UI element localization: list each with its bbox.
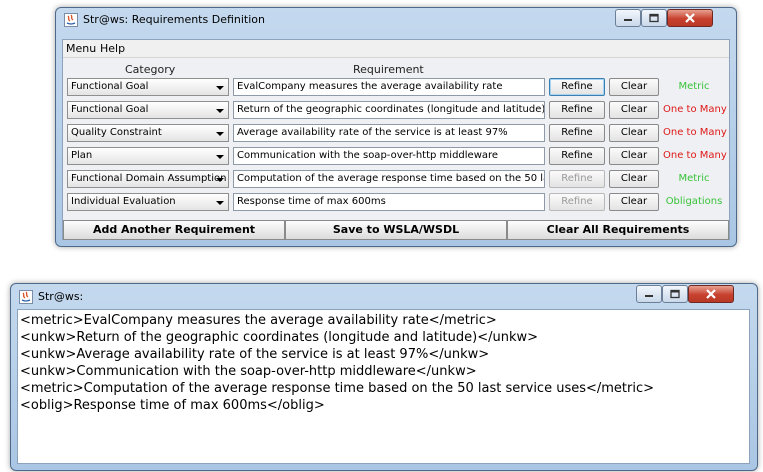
xml-line: <unkw>Average availability rate of the s…: [20, 347, 490, 362]
requirement-input[interactable]: Average availability rate of the service…: [233, 124, 545, 142]
status-label: One to Many: [663, 150, 727, 161]
status-label: One to Many: [663, 104, 727, 115]
xml-line: <metric>Computation of the average respo…: [20, 381, 655, 396]
requirement-text: Average availability rate of the service…: [237, 127, 508, 138]
maximize-icon: [670, 289, 680, 299]
window-title: Str@ws: Requirements Definition: [83, 13, 265, 26]
content-panel: Menu Help Category Requirement Functiona…: [62, 39, 730, 240]
requirement-text: Response time of max 600ms: [237, 196, 386, 207]
category-select[interactable]: Functional Domain Assumption: [67, 170, 229, 188]
category-value: Functional Goal: [71, 81, 149, 92]
requirement-row: Functional Goal EvalCompany measures the…: [67, 78, 725, 96]
chevron-down-icon: [216, 201, 224, 205]
requirement-input[interactable]: EvalCompany measures the average availab…: [233, 78, 545, 96]
requirement-input[interactable]: Response time of max 600ms: [233, 193, 545, 211]
category-select[interactable]: Quality Constraint: [67, 124, 229, 142]
requirement-row: Individual Evaluation Response time of m…: [67, 193, 725, 211]
requirement-input[interactable]: Communication with the soap-over-http mi…: [233, 147, 545, 165]
action-bar: Add Another Requirement Save to WSLA/WSD…: [63, 220, 729, 240]
column-header-requirement: Requirement: [353, 63, 424, 76]
category-select[interactable]: Functional Goal: [67, 101, 229, 119]
clear-button[interactable]: Clear: [609, 101, 659, 119]
maximize-button[interactable]: [662, 285, 688, 303]
category-select[interactable]: Individual Evaluation: [67, 193, 229, 211]
requirement-row: Plan Communication with the soap-over-ht…: [67, 147, 727, 165]
clear-button[interactable]: Clear: [609, 170, 659, 188]
category-value: Functional Goal: [71, 104, 149, 115]
close-icon: [685, 13, 695, 23]
requirement-row: Functional Domain Assumption Computation…: [67, 170, 725, 188]
requirement-text: Communication with the soap-over-http mi…: [237, 150, 499, 161]
category-select[interactable]: Functional Goal: [67, 78, 229, 96]
clear-button[interactable]: Clear: [609, 78, 659, 96]
status-label: One to Many: [663, 127, 727, 138]
add-requirement-button[interactable]: Add Another Requirement: [63, 220, 285, 240]
clear-button[interactable]: Clear: [609, 124, 659, 142]
column-header-category: Category: [125, 63, 176, 76]
requirements-window: Str@ws: Requirements Definition Menu Hel…: [55, 7, 737, 247]
refine-button[interactable]: Refine: [549, 78, 605, 96]
maximize-icon: [649, 13, 659, 23]
save-wsla-button[interactable]: Save to WSLA/WSDL: [285, 220, 507, 240]
java-app-icon: [19, 290, 33, 304]
refine-button[interactable]: Refine: [549, 193, 605, 211]
requirement-text: Return of the geographic coordinates (lo…: [237, 104, 545, 115]
refine-button[interactable]: Refine: [549, 147, 605, 165]
clear-button[interactable]: Clear: [609, 147, 659, 165]
chevron-down-icon: [216, 132, 224, 136]
menu-item-help[interactable]: Help: [100, 42, 125, 55]
window-title: Str@ws:: [38, 290, 84, 303]
xml-text-area[interactable]: <metric>EvalCompany measures the average…: [17, 309, 750, 464]
java-app-icon: [64, 13, 78, 27]
chevron-down-icon: [216, 109, 224, 113]
chevron-down-icon: [216, 155, 224, 159]
close-icon: [706, 289, 716, 299]
category-value: Plan: [71, 150, 93, 161]
category-value: Quality Constraint: [71, 127, 162, 138]
requirement-text: EvalCompany measures the average availab…: [237, 81, 503, 92]
category-select[interactable]: Plan: [67, 147, 229, 165]
xml-output-window: Str@ws: <metric>EvalCompany measures the…: [10, 283, 758, 471]
title-bar[interactable]: Str@ws:: [11, 284, 757, 308]
close-button[interactable]: [688, 285, 734, 303]
status-label: Metric: [678, 173, 710, 184]
category-value: Individual Evaluation: [71, 196, 176, 207]
xml-line: <unkw>Return of the geographic coordinat…: [20, 330, 539, 345]
menu-item-menu[interactable]: Menu: [66, 42, 96, 55]
requirement-row: Functional Goal Return of the geographic…: [67, 101, 727, 119]
requirement-input[interactable]: Return of the geographic coordinates (lo…: [233, 101, 545, 119]
chevron-down-icon: [216, 178, 224, 182]
xml-line: <oblig>Response time of max 600ms</oblig…: [20, 398, 325, 413]
title-bar[interactable]: Str@ws: Requirements Definition: [56, 8, 736, 32]
clear-all-button[interactable]: Clear All Requirements: [507, 220, 729, 240]
maximize-button[interactable]: [641, 9, 667, 27]
minimize-icon: [624, 19, 632, 21]
chevron-down-icon: [216, 86, 224, 90]
xml-line: <unkw>Communication with the soap-over-h…: [20, 364, 477, 379]
close-button[interactable]: [667, 9, 713, 27]
requirement-text: Computation of the average response time…: [237, 173, 545, 184]
refine-button[interactable]: Refine: [549, 101, 605, 119]
menu-bar: Menu Help: [63, 40, 729, 58]
category-value: Functional Domain Assumption: [71, 173, 227, 184]
status-label: Obligations: [665, 196, 723, 207]
requirement-input[interactable]: Computation of the average response time…: [233, 170, 545, 188]
minimize-button[interactable]: [615, 9, 641, 27]
status-label: Metric: [678, 81, 710, 92]
minimize-icon: [645, 295, 653, 297]
refine-button[interactable]: Refine: [549, 124, 605, 142]
xml-line: <metric>EvalCompany measures the average…: [20, 313, 497, 328]
clear-button[interactable]: Clear: [609, 193, 659, 211]
refine-button[interactable]: Refine: [549, 170, 605, 188]
requirement-row: Quality Constraint Average availability …: [67, 124, 727, 142]
minimize-button[interactable]: [636, 285, 662, 303]
